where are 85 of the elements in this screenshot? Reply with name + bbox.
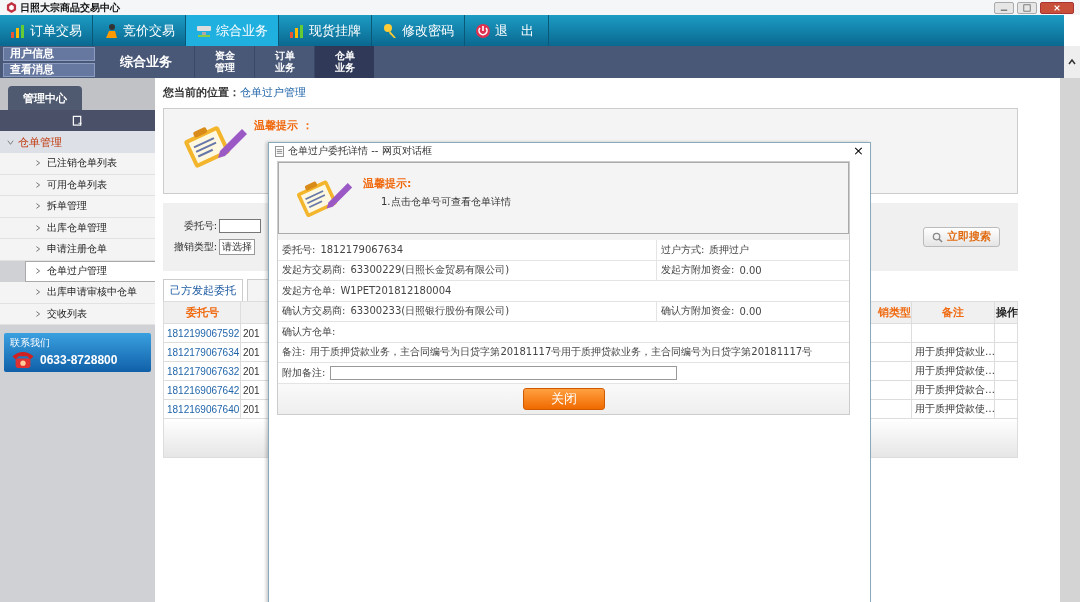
close-icon [1053,3,1061,12]
sidebar-tab[interactable]: 管理中心 [8,86,82,110]
user-link[interactable]: 用户信息 [3,47,95,61]
field-label: 附加备注: [282,365,326,380]
search-icon [932,231,943,243]
field-label: 确认方仓单: [282,324,336,339]
chevron-icon [34,180,42,189]
close-button[interactable]: × [853,144,864,158]
sidebar-item[interactable]: 出库申请审核中仓单 [0,282,155,304]
chevron-icon [34,309,42,318]
key-icon [382,22,398,39]
subnav-tab[interactable]: 资金管理 [194,46,254,78]
tip-title: 温馨提示 ： [254,118,313,133]
field-label: 发起方交易商: [282,263,346,278]
contact-label: 联系我们 [10,336,51,350]
field-value: 0.00 [739,305,762,317]
tip-title: 温馨提示: [363,175,413,191]
person-icon [103,22,119,39]
table-cell: 用于质押贷款使… [915,365,994,376]
close-button[interactable] [1040,1,1074,14]
field-value: 质押过户 [709,242,750,257]
table-cell: 201 [243,403,260,415]
bar-chart-icon [289,22,305,39]
field-label: 备注: [282,345,306,360]
field-label: 过户方式: [661,242,705,257]
field-value: 63300229(日照长金贸易有限公司) [350,263,510,278]
user-link[interactable]: 查看消息 [3,63,95,77]
power-icon [475,22,491,39]
sidebar-item[interactable]: 仓单过户管理 [25,260,155,282]
field-label: 发起方附加资金: [661,263,735,278]
maximize-icon [1023,3,1031,12]
scroll-up-icon[interactable] [1067,57,1077,67]
bar-chart-icon [10,22,26,39]
table-cell: 用于质押贷款业… [915,346,994,357]
table-cell: 201 [243,365,260,377]
sidebar-item[interactable]: 交收列表 [0,303,155,325]
dialog-title: 仓单过户委托详情 -- 网页对话框 [288,144,432,158]
field-label: 委托号: [182,219,217,233]
chevron-icon [34,267,42,276]
column-header: 委托号 [185,305,219,318]
breadcrumb-link[interactable]: 仓单过户管理 [240,86,306,100]
sidebar-item[interactable]: 出库仓单管理 [0,217,155,239]
sidebar-item[interactable]: 可用仓单列表 [0,174,155,196]
table-cell: 201 [243,327,260,339]
tip-text: 1.点击仓单号可查看仓单详情 [381,194,511,209]
subnav-tab[interactable]: 仓单业务 [314,46,374,78]
chevron-icon [34,202,42,211]
sidebar-item[interactable]: 申请注册仓单 [0,239,155,261]
table-cell: 201 [243,346,260,358]
table-cell: 用于质押贷款使… [915,403,994,414]
phone-number: 0633-8728800 [40,352,118,367]
field-label: 撤销类型: [172,240,217,254]
note-icon [72,115,83,126]
input-field[interactable] [219,219,261,233]
field-label: 发起方仓单: [282,283,336,298]
tab[interactable]: 己方发起委托 [163,279,243,301]
breadcrumb-label: 您当前的位置： [163,86,240,100]
window-title: 日照大宗商品交易中心 [20,0,120,15]
chevron-icon [34,159,42,168]
field-value: 用于质押贷款业务，主合同编号为日贷字第20181117号用于质押贷款业务，主合同编号为日贷字第20181117号 [310,345,813,360]
chevron-icon [34,223,42,232]
column-header: 操作 [996,305,1018,318]
section-title: 综合业务 [119,53,173,71]
warrant-link[interactable]: W1PET201812180004 [340,285,452,297]
column-header: 备注 [942,305,964,318]
field-value: 0.00 [739,264,762,276]
table-cell: 用于质押贷款合… [915,384,994,395]
field-label: 确认方附加资金: [661,304,735,319]
field-value: 1812179067634 [320,244,404,256]
column-header: 销类型 [878,305,911,318]
field-label: 确认方交易商: [282,304,346,319]
sidebar-group[interactable]: 仓单管理 [0,131,155,153]
table-cell: 201 [243,384,260,396]
select-field[interactable]: 请选择 [219,239,255,255]
chevron-icon [34,288,42,297]
document-icon [275,145,284,157]
phone-icon [10,350,36,369]
minimize-button[interactable] [994,1,1014,14]
field-label: 委托号: [282,242,316,257]
input-field[interactable] [330,365,678,380]
field-value: 63300233(日照银行股份有限公司) [350,304,510,319]
sidebar-item[interactable]: 已注销仓单列表 [0,153,155,175]
chevron-icon [34,245,42,254]
sidebar-item[interactable]: 拆单管理 [0,196,155,218]
maximize-button[interactable] [1017,1,1037,14]
